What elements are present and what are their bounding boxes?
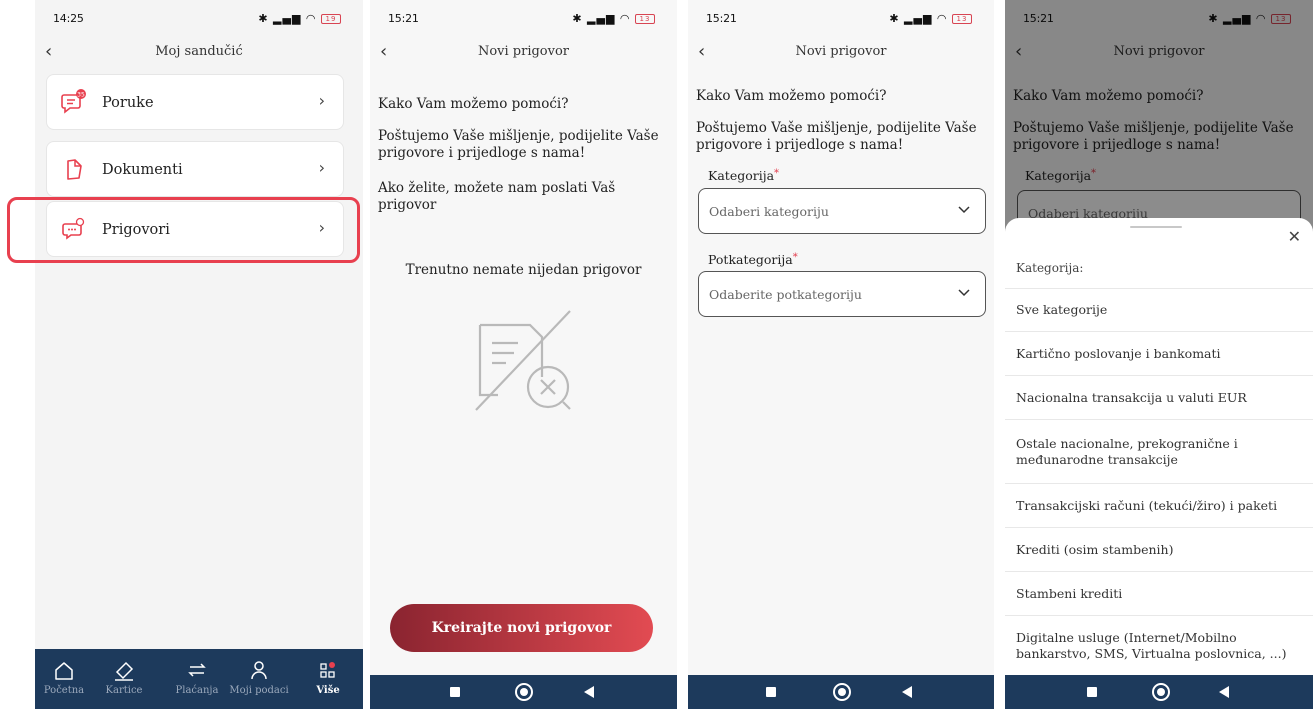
status-bar: 14:25 ✱ ▂▄▆ ◠ 19 [35,0,363,36]
page-title: Novi prigovor [795,44,887,59]
home-icon [55,662,73,680]
help-question: Kako Vam možemo pomoći? [378,96,569,112]
category-option[interactable]: Sve kategorije [1005,288,1313,331]
system-navigation [688,675,994,709]
chevron-down-icon [958,289,970,297]
system-navigation [370,675,677,709]
recents-icon[interactable] [766,687,776,697]
nav-label: Početna [43,685,85,696]
nav-kartice[interactable]: Kartice [93,657,155,696]
category-option[interactable]: Ostale nacionalne, prekogranične i međun… [1005,419,1313,483]
message-icon: 35 [61,89,86,114]
header: ‹ Moj sandučić [35,40,363,66]
back-nav-icon[interactable] [584,686,594,698]
close-icon[interactable]: ✕ [1288,227,1301,246]
chevron-right-icon: › [318,91,325,110]
category-bottom-sheet: ✕ Kategorija: Sve kategorije Kartično po… [1005,218,1313,675]
system-navigation [1005,675,1313,709]
unread-badge: 35 [77,91,85,98]
intro-text: Poštujemo Vaše mišljenje, podijelite Vaš… [378,128,659,161]
back-nav-icon[interactable] [1219,686,1229,698]
empty-state-text: Trenutno nemate nijedan prigovor [405,262,642,278]
chevron-down-icon [958,206,970,214]
category-option[interactable]: Nacionalna transakcija u valuti EUR [1005,375,1313,419]
required-mark: * [774,168,780,179]
status-icons: ✱ ▂▄▆ ◠ 13 [889,12,972,25]
grid-icon [320,662,335,678]
subcategory-label-text: Potkategorija [708,252,793,267]
status-icons: ✱ ▂▄▆ ◠ 19 [258,12,341,25]
nav-label: Moji podaci [229,685,289,696]
category-option[interactable]: Transakcijski računi (tekući/žiro) i pak… [1005,483,1313,527]
subcategory-select[interactable]: Odaberite potkategoriju [698,271,986,317]
category-label: Kategorija* [708,168,779,183]
status-time: 15:21 [388,12,419,25]
home-button-icon[interactable] [1152,683,1170,701]
category-option[interactable]: Krediti (osim stambenih) [1005,527,1313,571]
header: ‹ Novi prigovor [370,40,677,66]
no-complaints-icon [475,310,571,411]
category-option[interactable]: Digitalne usluge (Internet/Mobilno banka… [1005,615,1313,675]
nav-vise[interactable]: Više [297,657,359,696]
sheet-title: Kategorija: [1016,261,1084,275]
battery-icon: 13 [952,14,972,24]
transfer-icon [188,663,206,677]
subcategory-label: Potkategorija* [708,252,798,267]
category-option[interactable]: Stambeni krediti [1005,571,1313,615]
nav-label: Više [316,685,340,696]
home-button-icon[interactable] [515,683,533,701]
bottom-navigation: Početna Kartice Plaćanja Moji podaci Viš… [35,649,363,709]
screen-mailbox: 14:25 ✱ ▂▄▆ ◠ 19 ‹ Moj sandučić 35 Poruk… [35,0,363,709]
category-select[interactable]: Odaberi kategoriju [698,188,986,234]
menu-item-label: Poruke [102,95,154,111]
page-title: Moj sandučić [155,44,243,59]
chevron-right-icon: › [318,218,325,237]
screen-new-complaint-form: 15:21 ✱ ▂▄▆ ◠ 13 ‹ Novi prigovor Kako Va… [688,0,994,709]
nav-pocetna[interactable]: Početna [35,657,95,696]
intro-text: Poštujemo Vaše mišljenje, podijelite Vaš… [696,120,977,153]
menu-item-prigovori[interactable]: Prigovori › [46,201,344,257]
category-option[interactable]: Kartično poslovanje i bankomati [1005,331,1313,375]
menu-item-label: Prigovori [102,222,170,238]
user-icon [251,661,267,680]
screen-category-picker: 15:21 ✱ ▂▄▆ ◠ 13 ‹ Novi prigovor Kako Va… [1005,0,1313,709]
document-icon [67,159,82,180]
home-button-icon[interactable] [833,683,851,701]
status-time: 14:25 [53,12,84,25]
card-icon [115,661,134,681]
drag-handle[interactable] [1130,226,1182,228]
menu-item-label: Dokumenti [102,162,183,178]
status-bar: 15:21 ✱ ▂▄▆ ◠ 13 [688,0,994,36]
complaint-icon [62,217,85,240]
status-bar: 15:21 ✱ ▂▄▆ ◠ 13 [370,0,677,36]
menu-item-dokumenti[interactable]: Dokumenti › [46,141,344,197]
nav-label: Kartice [105,685,143,696]
recents-icon[interactable] [1087,687,1097,697]
send-text: Ako želite, možete nam poslati Vaš prigo… [378,180,616,213]
battery-icon: 19 [321,14,341,24]
subcategory-placeholder: Odaberite potkategoriju [709,287,862,302]
chevron-right-icon: › [318,158,325,177]
status-time: 15:21 [706,12,737,25]
recents-icon[interactable] [450,687,460,697]
create-complaint-button[interactable]: Kreirajte novi prigovor [390,604,653,652]
category-placeholder: Odaberi kategoriju [709,204,829,219]
screen-new-complaint-empty: 15:21 ✱ ▂▄▆ ◠ 13 ‹ Novi prigovor Kako Va… [370,0,677,709]
category-label-text: Kategorija [708,168,775,183]
nav-label: Plaćanja [175,685,219,696]
help-question: Kako Vam možemo pomoći? [696,88,887,104]
status-icons: ✱ ▂▄▆ ◠ 13 [572,12,655,25]
page-title: Novi prigovor [477,44,570,59]
back-nav-icon[interactable] [902,686,912,698]
nav-moji-podaci[interactable]: Moji podaci [228,657,290,696]
required-mark: * [792,252,798,263]
menu-item-poruke[interactable]: 35 Poruke › [46,74,344,130]
header: ‹ Novi prigovor [688,40,994,66]
nav-placanja[interactable]: Plaćanja [166,657,228,696]
battery-icon: 13 [635,14,655,24]
